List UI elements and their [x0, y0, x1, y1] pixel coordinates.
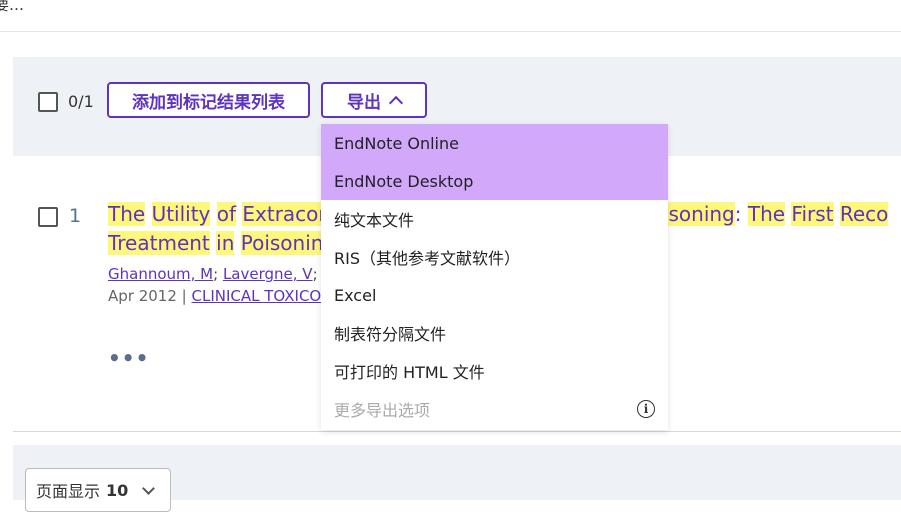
- export-option-printable-html[interactable]: 可打印的 HTML 文件: [321, 352, 668, 390]
- menu-item-label: 制表符分隔文件: [334, 325, 447, 344]
- title-punct: :: [734, 202, 742, 226]
- divider: [13, 431, 901, 432]
- journal-link[interactable]: CLINICAL TOXICOLO: [191, 287, 340, 305]
- title-word: of: [216, 202, 237, 226]
- menu-item-label: EndNote Desktop: [334, 171, 474, 191]
- author-separator: ;: [213, 265, 223, 283]
- export-option-endnote-online[interactable]: EndNote Online: [321, 124, 668, 162]
- record-checkbox[interactable]: [38, 207, 58, 227]
- title-word: Reco: [839, 202, 889, 226]
- title-word: in: [216, 231, 235, 255]
- export-option-endnote-desktop[interactable]: EndNote Desktop: [321, 162, 668, 200]
- export-option-excel[interactable]: Excel: [321, 276, 668, 314]
- previous-abstract-snippet: 要…: [0, 0, 25, 14]
- divider: [0, 31, 901, 32]
- menu-item-label: 更多导出选项: [334, 401, 431, 420]
- menu-item-label: 可打印的 HTML 文件: [334, 363, 485, 382]
- record-index: 1: [69, 205, 82, 227]
- add-to-marked-list-label: 添加到标记结果列表: [132, 92, 285, 113]
- export-label: 导出: [347, 92, 381, 113]
- record-date: Apr 2012 |: [108, 287, 192, 305]
- record-authors: Ghannoum, M; Lavergne, V; (…: [108, 265, 343, 283]
- select-all-checkbox[interactable]: [38, 92, 58, 112]
- selected-count: 0/1: [68, 92, 94, 111]
- menu-item-label: Excel: [334, 285, 377, 305]
- title-word: The: [747, 202, 786, 226]
- title-word: The: [108, 202, 146, 226]
- chevron-down-icon: [142, 481, 156, 495]
- export-dropdown-menu: EndNote Online EndNote Desktop 纯文本文件 RIS…: [321, 124, 668, 430]
- title-word: Treatment: [108, 231, 210, 255]
- export-option-plain-text[interactable]: 纯文本文件: [321, 200, 668, 238]
- record-source: Apr 2012 | CLINICAL TOXICOLO: [108, 287, 341, 305]
- title-word: First: [791, 202, 834, 226]
- chevron-up-icon: [388, 95, 404, 111]
- page-size-label: 页面显示: [36, 482, 101, 501]
- export-option-ris[interactable]: RIS（其他参考文献软件）: [321, 238, 668, 276]
- menu-item-label: EndNote Online: [334, 133, 459, 153]
- menu-item-label: 纯文本文件: [334, 211, 415, 230]
- author-link[interactable]: Ghannoum, M: [108, 265, 213, 283]
- title-word: Utility: [151, 202, 211, 226]
- page-size-select[interactable]: 页面显示 10: [25, 468, 171, 512]
- export-option-more: 更多导出选项 i: [321, 390, 668, 428]
- pagination-bar: 页面显示 10: [13, 445, 901, 512]
- add-to-marked-list-button[interactable]: 添加到标记结果列表: [107, 82, 310, 118]
- info-icon[interactable]: i: [637, 400, 655, 418]
- export-option-tab-delimited[interactable]: 制表符分隔文件: [321, 314, 668, 352]
- export-button[interactable]: 导出: [321, 82, 427, 118]
- page-size-value: 10: [106, 480, 129, 500]
- author-link[interactable]: Lavergne, V: [223, 265, 313, 283]
- menu-item-label: RIS（其他参考文献软件）: [334, 249, 520, 268]
- more-options-icon[interactable]: •••: [108, 346, 149, 370]
